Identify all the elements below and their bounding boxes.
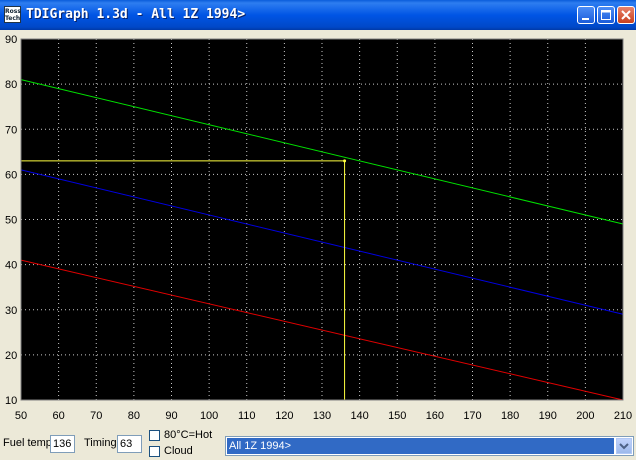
x-tick-label: 200 (576, 410, 594, 422)
close-button[interactable] (617, 6, 635, 24)
chevron-down-icon (619, 443, 629, 450)
x-tick-label: 90 (165, 410, 177, 422)
engine-select-value: All 1Z 1994> (227, 438, 614, 454)
y-tick-label: 60 (5, 169, 17, 181)
close-icon (621, 10, 631, 20)
y-tick-label: 80 (5, 79, 17, 91)
x-tick-label: 100 (200, 410, 218, 422)
marker-point (343, 159, 347, 163)
timing-label: Timing (84, 437, 117, 449)
engine-select-dropdown-button[interactable] (616, 438, 632, 454)
x-tick-label: 170 (463, 410, 481, 422)
app-icon[interactable]: Ross Tech (4, 6, 21, 23)
window-title: TDIGraph 1.3d - All 1Z 1994> (26, 7, 246, 22)
app-icon-label-top: Ross (5, 8, 21, 15)
x-tick-label: 130 (313, 410, 331, 422)
hot-checkbox-label: 80°C=Hot (164, 429, 213, 441)
app-icon-label-bottom: Tech (5, 15, 21, 22)
maximize-button[interactable] (597, 6, 615, 24)
engine-select[interactable]: All 1Z 1994> (225, 436, 634, 456)
maximize-icon (601, 10, 611, 20)
control-bar: Fuel temp 136 Timing 63 80°C=Hot Cloud A… (0, 426, 636, 460)
graph-panel[interactable]: 50 60 70 80 90 100 110 120 130 140 150 160 170 180 190… (0, 30, 636, 426)
x-tick-label: 180 (501, 410, 519, 422)
y-tick-label: 40 (5, 260, 17, 272)
x-tick-label: 120 (275, 410, 293, 422)
x-tick-label: 210 (614, 410, 632, 422)
x-tick-label: 110 (238, 410, 256, 422)
x-tick-label: 190 (539, 410, 557, 422)
timing-chart[interactable]: 50 60 70 80 90 100 110 120 130 140 150 160 170 180 190… (0, 30, 636, 426)
y-tick-label: 30 (5, 305, 17, 317)
x-tick-label: 140 (350, 410, 368, 422)
timing-input[interactable]: 63 (117, 435, 142, 453)
x-tick-label: 160 (426, 410, 444, 422)
x-tick-label: 70 (90, 410, 102, 422)
y-tick-label: 50 (5, 215, 17, 227)
minimize-button[interactable] (577, 6, 595, 24)
cloud-checkbox-label: Cloud (164, 445, 193, 457)
title-bar[interactable]: Ross Tech TDIGraph 1.3d - All 1Z 1994> (0, 0, 636, 30)
cloud-checkbox[interactable] (149, 446, 160, 457)
y-tick-label: 70 (5, 124, 17, 136)
y-tick-label: 20 (5, 350, 17, 362)
fuel-temp-input[interactable]: 136 (50, 435, 75, 453)
y-tick-label: 90 (5, 34, 17, 46)
minimize-icon (582, 18, 589, 20)
x-tick-label: 50 (15, 410, 27, 422)
fuel-temp-label: Fuel temp (3, 437, 52, 449)
x-tick-label: 80 (128, 410, 140, 422)
x-tick-label: 150 (388, 410, 406, 422)
y-tick-label: 10 (5, 395, 17, 407)
x-tick-label: 60 (53, 410, 65, 422)
hot-checkbox[interactable] (149, 430, 160, 441)
